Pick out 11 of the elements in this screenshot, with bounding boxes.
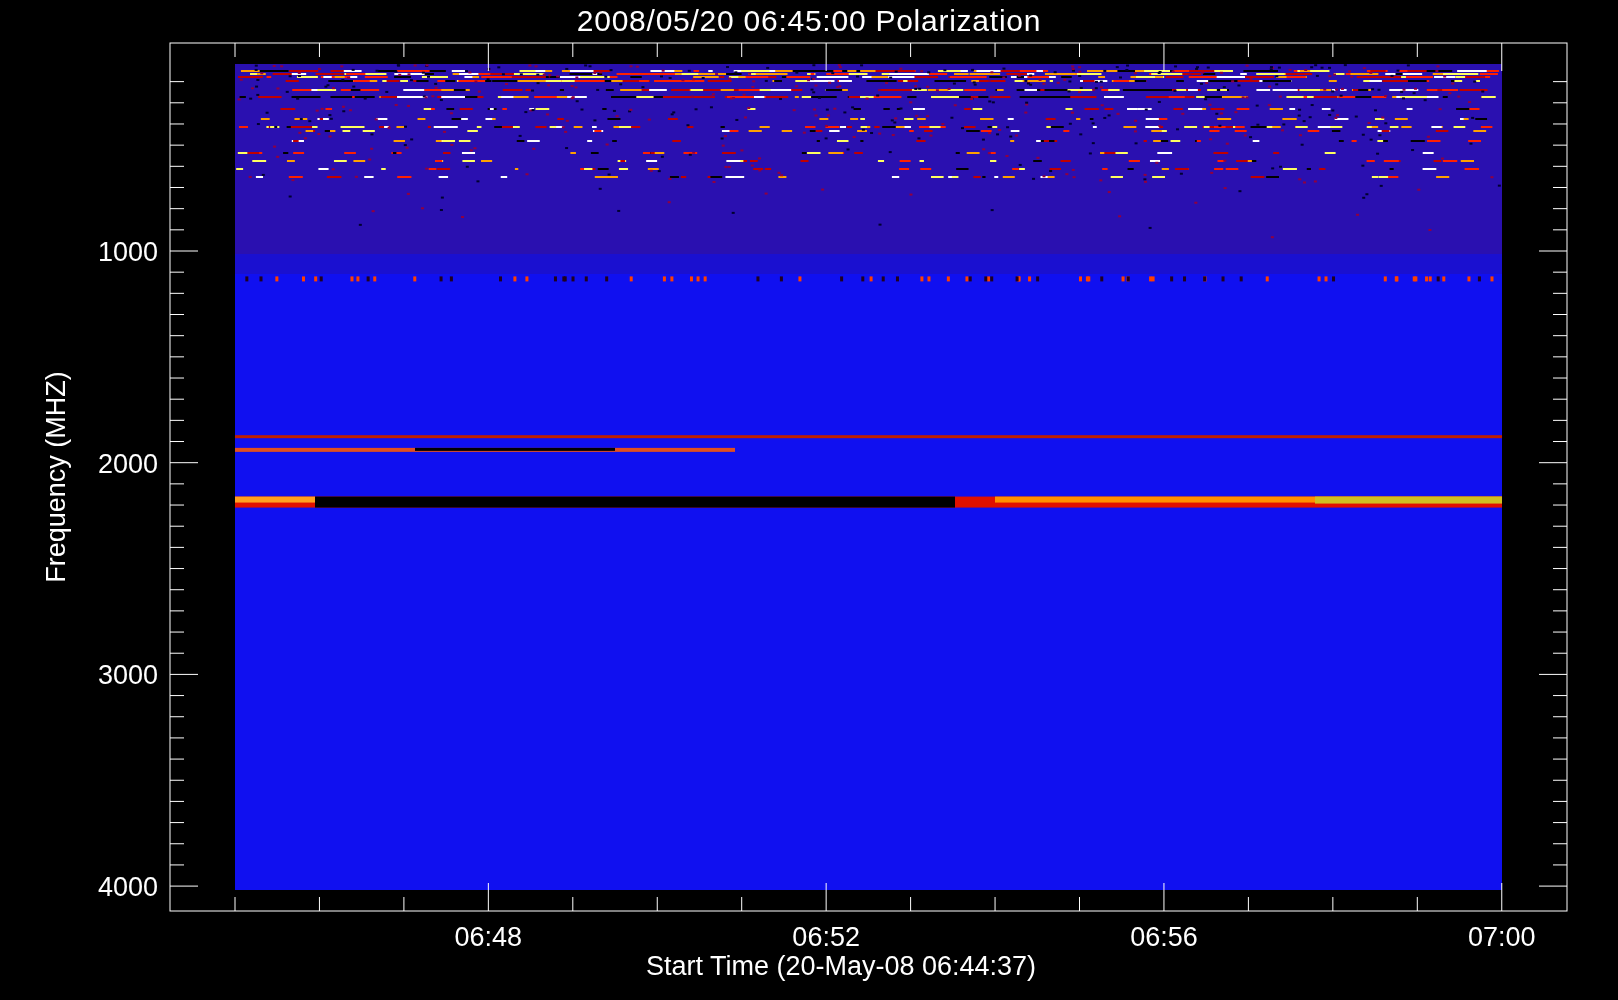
tick-label: 1000: [97, 237, 158, 267]
tick-label: 3000: [97, 660, 158, 691]
tick-label: 06:52: [792, 922, 860, 952]
tick-label: 06:48: [454, 922, 523, 952]
axis-label: Start Time (20-May-08 06:44:37): [645, 951, 1037, 981]
axis-label: Frequency (MHZ): [41, 371, 71, 583]
tick-label: 4000: [97, 872, 158, 903]
tick-label: 2000: [97, 448, 158, 479]
chart-title: 2008/05/20 06:45:00 Polarization: [576, 6, 1042, 36]
tick-label: 07:00: [1467, 922, 1536, 952]
tick-label: 06:56: [1130, 922, 1198, 952]
